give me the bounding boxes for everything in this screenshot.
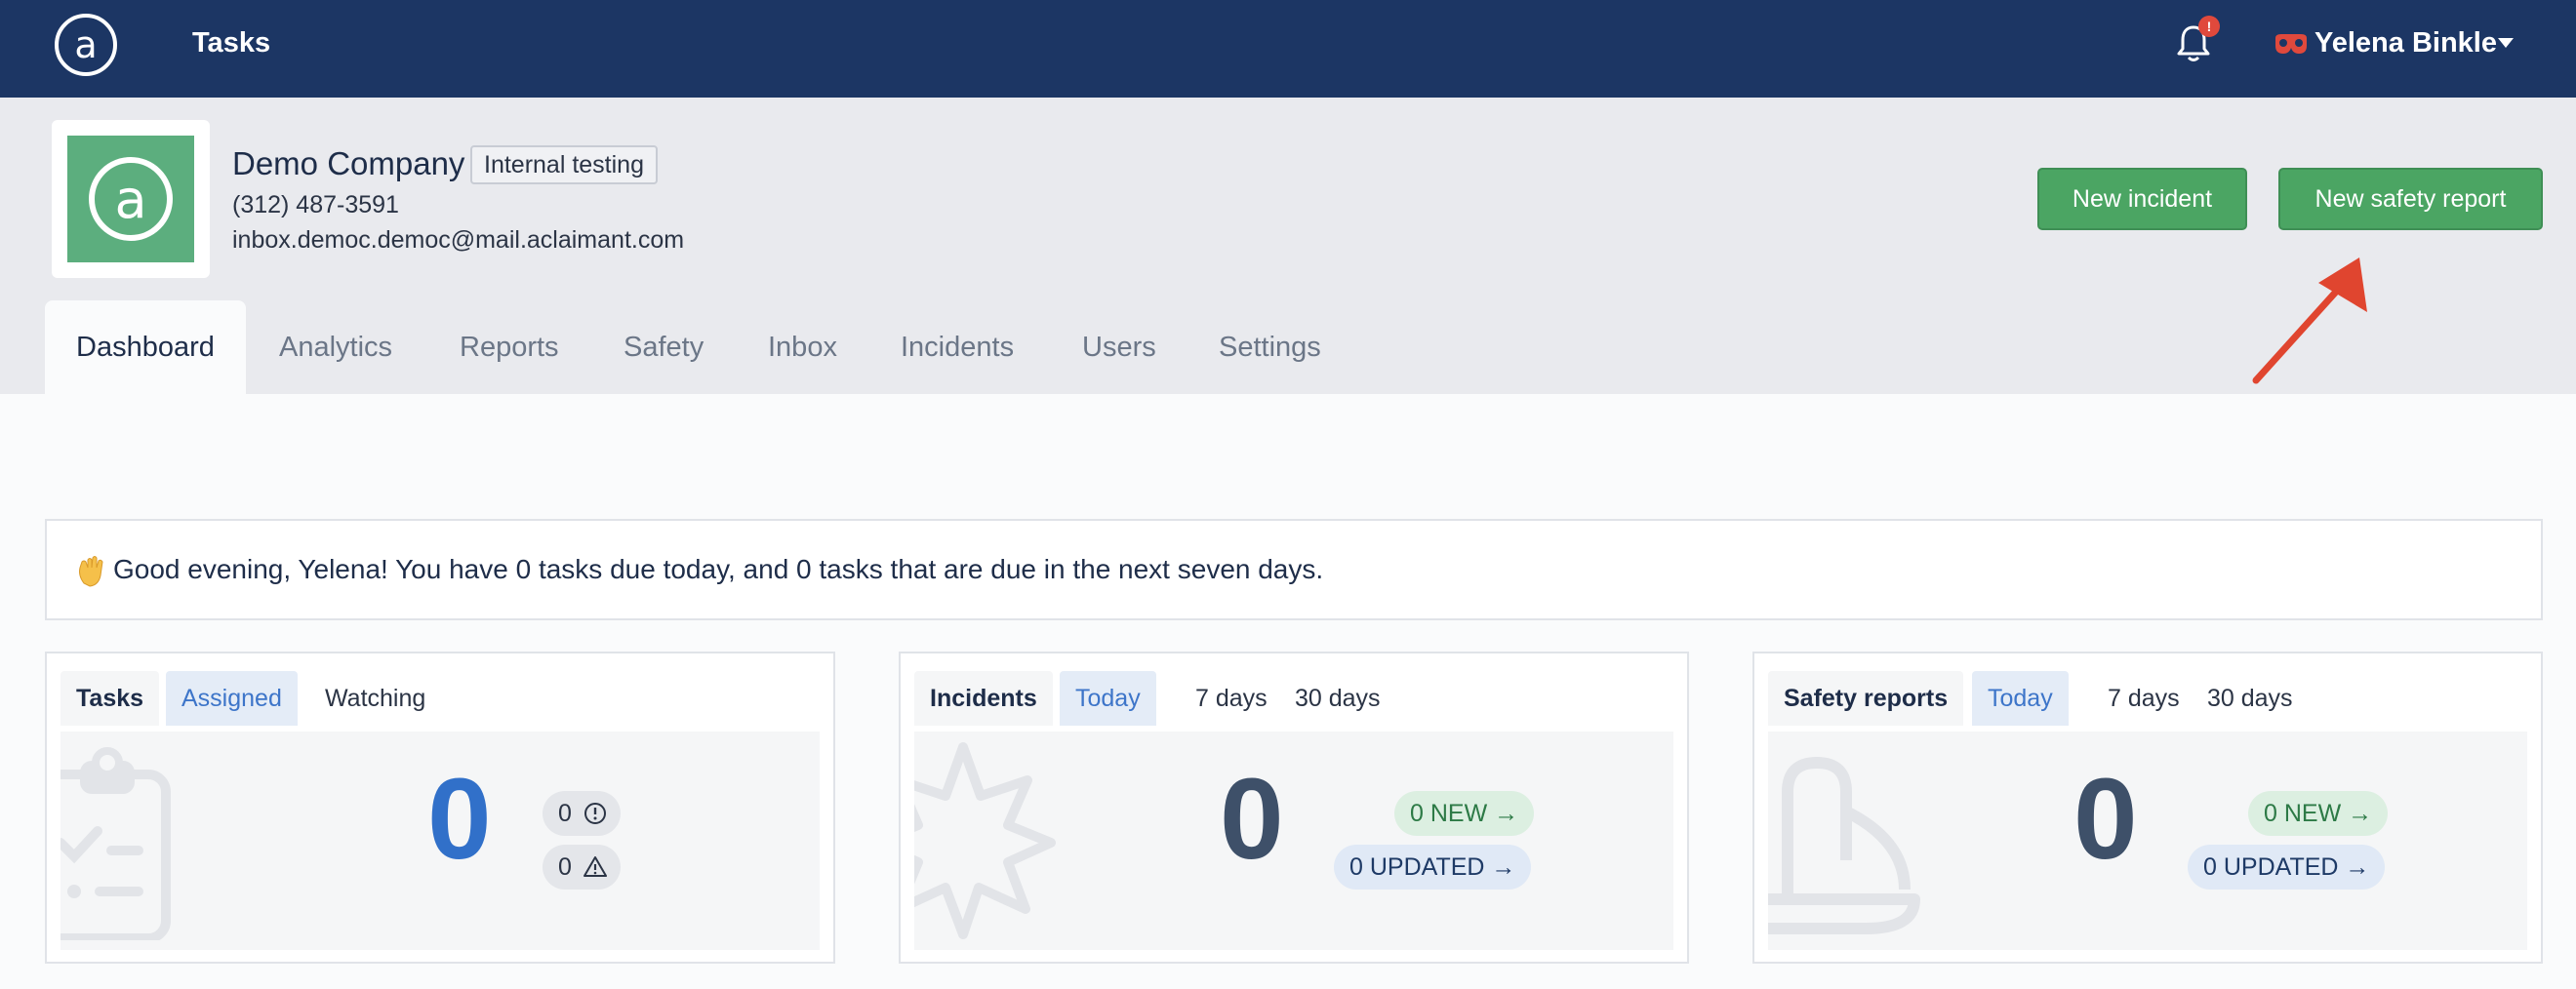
tab-watching[interactable]: Watching <box>309 671 441 726</box>
tab-incidents-30-days[interactable]: 30 days <box>1279 671 1396 726</box>
safety-card-title: Safety reports <box>1768 671 1964 726</box>
greeting-banner: Good evening, Yelena! You have 0 tasks d… <box>45 519 2543 620</box>
tab-settings[interactable]: Settings <box>1219 300 1321 394</box>
warning-tasks-pill[interactable]: 0 <box>543 845 621 890</box>
safety-reports-card: Safety reports Today 7 days 30 days 0 0 … <box>1752 652 2543 964</box>
tab-safety[interactable]: Safety <box>624 300 704 394</box>
nav-tasks-link[interactable]: Tasks <box>192 25 270 60</box>
waving-hand-icon <box>79 556 103 587</box>
warning-triangle-icon <box>584 856 607 877</box>
arrow-right-icon: → <box>2345 853 2370 881</box>
company-name: Demo Company <box>232 145 465 181</box>
incidents-card-body <box>914 732 1673 950</box>
tab-users[interactable]: Users <box>1082 300 1156 394</box>
new-safety-report-button[interactable]: New safety report <box>2278 168 2543 230</box>
overdue-tasks-pill[interactable]: 0 <box>543 791 621 836</box>
greeting-text: Good evening, Yelena! You have 0 tasks d… <box>113 554 1324 584</box>
notification-badge: ! <box>2198 16 2220 37</box>
tab-safety-today[interactable]: Today <box>1972 671 2069 726</box>
safety-updated-pill[interactable]: 0 UPDATED → <box>2188 845 2386 890</box>
company-logo-icon: a <box>67 136 194 262</box>
tab-assigned[interactable]: Assigned <box>166 671 298 726</box>
incidents-updated-pill[interactable]: 0 UPDATED → <box>1334 845 1532 890</box>
tab-inbox[interactable]: Inbox <box>768 300 837 394</box>
chevron-down-icon[interactable] <box>2498 38 2514 48</box>
company-email: inbox.democ.democ@mail.aclaimant.com <box>232 226 685 254</box>
tab-incidents[interactable]: Incidents <box>901 300 1014 394</box>
clipboard-icon <box>60 747 171 940</box>
tab-analytics[interactable]: Analytics <box>279 300 392 394</box>
arrow-right-icon: → <box>1494 800 1519 827</box>
arrow-right-icon: → <box>1491 853 1516 881</box>
user-menu-name[interactable]: Yelena Binkle <box>2314 25 2497 60</box>
tab-safety-30-days[interactable]: 30 days <box>2192 671 2309 726</box>
new-incident-button[interactable]: New incident <box>2037 168 2247 230</box>
safety-new-pill[interactable]: 0 NEW → <box>2248 791 2389 836</box>
tab-dashboard[interactable]: Dashboard <box>45 300 246 394</box>
red-arrow-annotation <box>2252 257 2367 384</box>
safety-new-label: 0 NEW <box>2264 800 2342 827</box>
safety-card-body <box>1768 732 2527 950</box>
tasks-card-title: Tasks <box>60 671 160 726</box>
alert-circle-icon <box>584 803 606 824</box>
company-phone: (312) 487-3591 <box>232 191 399 218</box>
safety-updated-label: 0 UPDATED <box>2203 853 2339 881</box>
svg-text:a: a <box>74 23 97 66</box>
arrow-right-icon: → <box>2348 800 2373 827</box>
incidents-new-pill[interactable]: 0 NEW → <box>1394 791 1535 836</box>
safety-count[interactable]: 0 <box>2073 761 2138 878</box>
aclaimant-logo-icon[interactable]: a <box>53 12 119 78</box>
tasks-count[interactable]: 0 <box>427 761 492 878</box>
svg-text:a: a <box>114 169 146 230</box>
top-navbar: a Tasks ! Yelena Binkle <box>0 0 2576 98</box>
company-status-badge: Internal testing <box>470 145 658 184</box>
incidents-card: Incidents Today 7 days 30 days 0 0 NEW →… <box>899 652 1689 964</box>
incidents-updated-label: 0 UPDATED <box>1349 853 1485 881</box>
tab-safety-7-days[interactable]: 7 days <box>2092 671 2195 726</box>
hard-hat-icon <box>1768 756 1920 934</box>
burst-icon <box>914 742 1056 939</box>
incidents-new-label: 0 NEW <box>1410 800 1488 827</box>
mask-icon <box>2275 34 2307 54</box>
incidents-count[interactable]: 0 <box>1220 761 1284 878</box>
tab-reports[interactable]: Reports <box>460 300 559 394</box>
overdue-count: 0 <box>558 800 572 827</box>
tasks-card: Tasks Assigned Watching 0 0 0 <box>45 652 835 964</box>
tab-incidents-7-days[interactable]: 7 days <box>1180 671 1283 726</box>
warning-count: 0 <box>558 853 572 881</box>
tab-incidents-today[interactable]: Today <box>1060 671 1156 726</box>
incidents-card-title: Incidents <box>914 671 1053 726</box>
